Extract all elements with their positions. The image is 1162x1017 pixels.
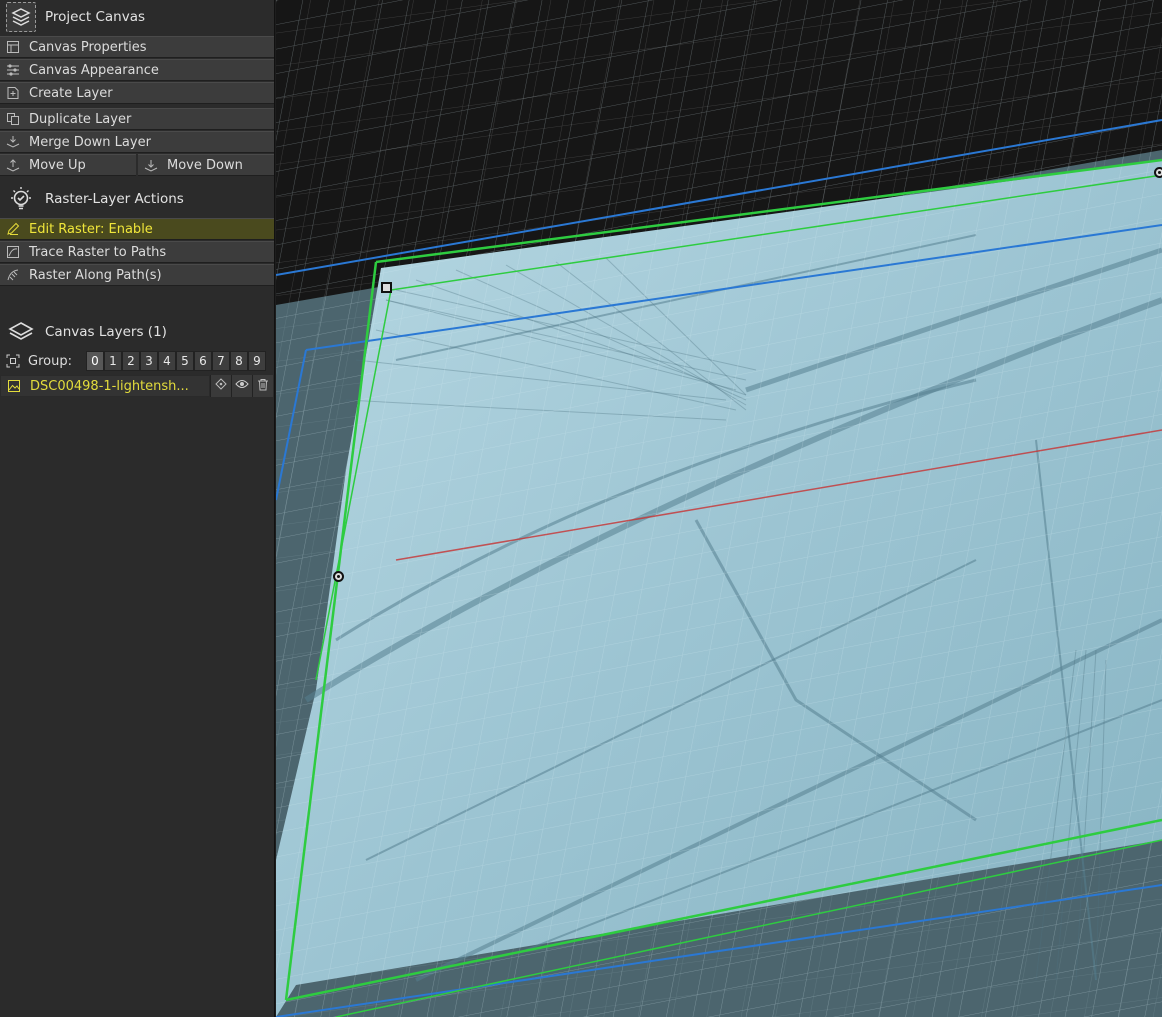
image-layer-icon — [6, 378, 22, 394]
group-number-0[interactable]: 0 — [85, 351, 104, 371]
group-number-4[interactable]: 4 — [157, 351, 176, 371]
move-down-button[interactable]: Move Down — [138, 154, 274, 176]
layers-icon — [6, 317, 36, 347]
pencil-icon — [4, 220, 22, 238]
merge-down-layer-button[interactable]: Merge Down Layer — [0, 131, 274, 153]
corner-square-handle[interactable] — [381, 282, 392, 293]
move-up-button[interactable]: Move Up — [0, 154, 136, 176]
canvas-properties-icon — [4, 38, 22, 56]
viewport-scene — [276, 0, 1162, 1017]
duplicate-icon — [4, 110, 22, 128]
move-up-icon — [4, 156, 22, 174]
group-number-3[interactable]: 3 — [139, 351, 158, 371]
layer-item[interactable]: DSC00498-1-lightensh... — [0, 375, 210, 397]
trace-icon — [4, 243, 22, 261]
group-label: Group: — [28, 353, 72, 369]
group-number-6[interactable]: 6 — [193, 351, 212, 371]
group-selector: Group: 0 1 2 3 4 5 6 7 8 9 — [0, 350, 275, 372]
target-icon — [215, 378, 227, 394]
eye-icon — [235, 378, 249, 394]
raster-layer-actions-title: Raster-Layer Actions — [45, 191, 184, 207]
raster-along-paths-button[interactable]: Raster Along Path(s) — [0, 264, 274, 286]
raster-path-icon — [4, 266, 22, 284]
project-canvas-title: Project Canvas — [45, 9, 146, 25]
trace-raster-to-paths-button[interactable]: Trace Raster to Paths — [0, 241, 274, 263]
canvas-properties-button[interactable]: Canvas Properties — [0, 36, 274, 58]
group-number-9[interactable]: 9 — [247, 351, 266, 371]
layer-visibility-button[interactable] — [231, 375, 252, 397]
layer-row: DSC00498-1-lightensh... — [0, 375, 275, 397]
group-number-1[interactable]: 1 — [103, 351, 122, 371]
top-right-handle[interactable] — [1154, 167, 1162, 178]
group-number-8[interactable]: 8 — [229, 351, 248, 371]
create-layer-icon — [4, 84, 22, 102]
canvas-layers-title: Canvas Layers (1) — [45, 324, 167, 340]
raster-layer-actions-header: Raster-Layer Actions — [0, 182, 275, 216]
duplicate-layer-button[interactable]: Duplicate Layer — [0, 108, 274, 130]
sliders-icon — [4, 61, 22, 79]
group-select-icon — [4, 352, 22, 370]
canvas-viewport[interactable] — [276, 0, 1162, 1017]
layer-focus-button[interactable] — [210, 375, 231, 397]
merge-down-icon — [4, 133, 22, 151]
create-layer-button[interactable]: Create Layer — [0, 82, 274, 104]
canvas-appearance-button[interactable]: Canvas Appearance — [0, 59, 274, 81]
canvas-stack-icon — [6, 2, 36, 32]
group-number-2[interactable]: 2 — [121, 351, 140, 371]
group-number-list: 0 1 2 3 4 5 6 7 8 9 — [85, 351, 266, 371]
layer-delete-button[interactable] — [252, 375, 273, 397]
edit-raster-enable-button[interactable]: Edit Raster: Enable — [0, 218, 274, 240]
move-down-icon — [142, 156, 160, 174]
layer-name: DSC00498-1-lightensh... — [30, 378, 189, 394]
canvas-grid — [276, 0, 1162, 1017]
lightbulb-icon — [6, 184, 36, 214]
project-canvas-header: Project Canvas — [0, 0, 275, 34]
group-number-5[interactable]: 5 — [175, 351, 194, 371]
group-number-7[interactable]: 7 — [211, 351, 230, 371]
canvas-layers-header: Canvas Layers (1) — [0, 315, 275, 349]
left-panel: Project Canvas Canvas Properties Canvas … — [0, 0, 275, 1017]
trash-icon — [257, 378, 269, 395]
left-edge-handle[interactable] — [333, 571, 344, 582]
